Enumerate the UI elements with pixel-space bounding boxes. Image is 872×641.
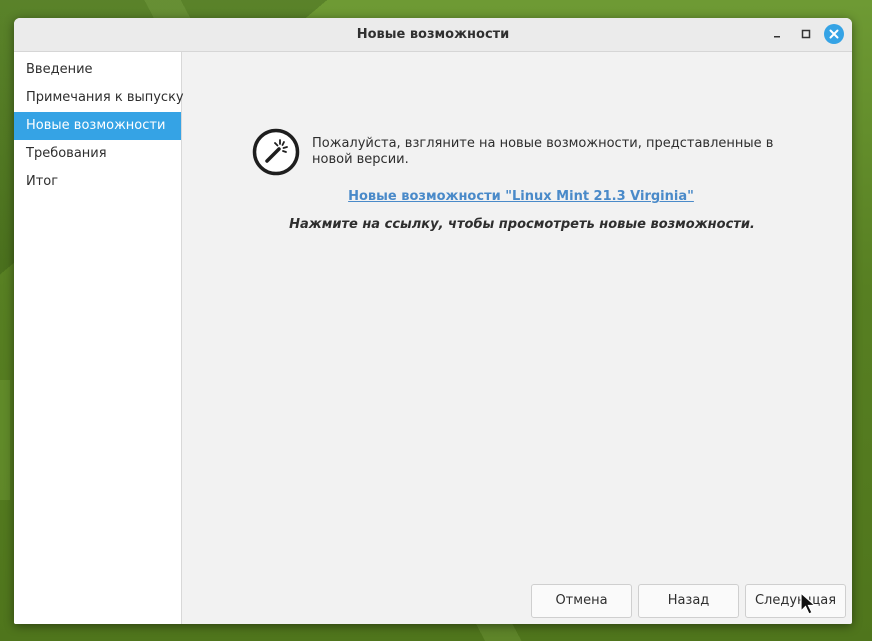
magic-wand-icon (252, 128, 300, 176)
new-features-link[interactable]: Новые возможности "Linux Mint 21.3 Virgi… (182, 189, 852, 204)
titlebar: Новые возможности (14, 18, 852, 52)
sidebar-item-new-features[interactable]: Новые возможности (14, 112, 181, 140)
sidebar-item-introduction[interactable]: Введение (14, 56, 181, 84)
mouse-cursor-icon (800, 592, 817, 615)
window-title: Новые возможности (356, 27, 510, 42)
maximize-button[interactable] (795, 24, 817, 46)
intro-text: Пожалуйста, взгляните на новые возможнос… (312, 136, 774, 167)
close-icon (829, 29, 839, 39)
close-button[interactable] (824, 24, 844, 44)
sidebar-item-release-notes[interactable]: Примечания к выпуску (14, 84, 184, 112)
next-button[interactable]: Следующая (745, 584, 846, 618)
minimize-button[interactable] (766, 24, 788, 46)
sidebar-item-requirements[interactable]: Требования (14, 140, 181, 168)
maximize-icon (801, 29, 811, 39)
cancel-button[interactable]: Отмена (531, 584, 632, 618)
sidebar: Введение Примечания к выпуску Новые возм… (14, 52, 184, 624)
hint-text: Нажмите на ссылку, чтобы просмотреть нов… (289, 217, 755, 232)
minimize-icon (774, 36, 780, 38)
back-button[interactable]: Назад (638, 584, 739, 618)
main-content: Пожалуйста, взгляните на новые возможнос… (182, 52, 852, 624)
sidebar-item-summary[interactable]: Итог (14, 168, 181, 196)
desktop-background-shape (0, 380, 10, 500)
dialog-window: Новые возможности Введение Примечания к … (14, 18, 852, 624)
